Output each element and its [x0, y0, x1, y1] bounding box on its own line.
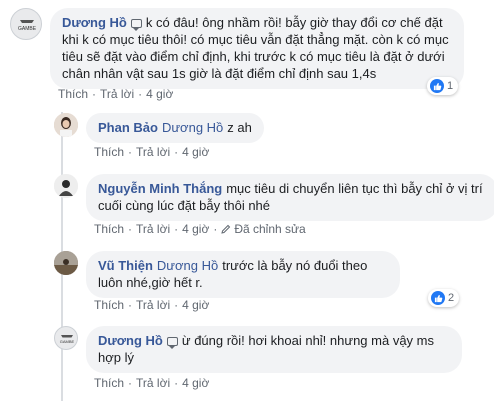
like-link[interactable]: Thích	[94, 376, 124, 390]
reaction-badge[interactable]: 1	[427, 77, 459, 95]
comment-bubble: Vũ Thiện Dương Hồ trước là bẫy nó đuổi the…	[86, 251, 400, 298]
comment-duong-ho-reply: GAMBE Dương Hồ ừ đúng rồi! hơi khoai nhỉ!…	[54, 326, 462, 373]
avatar-photo-icon	[54, 113, 78, 137]
avatar-photo-icon	[54, 174, 78, 198]
comment-phan-bao: Phan Bảo Dương Hồ z ah	[54, 113, 264, 143]
reply-link[interactable]: Trả lời	[100, 87, 134, 101]
comment-bubble: Dương Hồ ừ đúng rồi! hơi khoai nhỉ! nhưng…	[86, 326, 462, 373]
comment-actions: Thích · Trả lời · 4 giờ	[58, 87, 174, 101]
reply-link[interactable]: Trả lời	[136, 298, 170, 312]
like-link[interactable]: Thích	[94, 145, 124, 159]
comment-actions: Thích · Trả lời · 4 giờ	[94, 376, 210, 390]
avatar-logo-icon: GAMBE	[18, 20, 37, 32]
svg-text:GAMBE: GAMBE	[18, 26, 37, 32]
timestamp[interactable]: 4 giờ	[182, 298, 209, 312]
avatar[interactable]: GAMBE	[54, 326, 78, 350]
reaction-count: 2	[448, 292, 455, 304]
comment-nguyen-minh-thang: Nguyễn Minh Thắng mục tiêu di chuyển liên…	[54, 174, 494, 221]
mention-link[interactable]: Dương Hồ	[162, 120, 223, 135]
comment-bubble: Dương Hồ k có đâu! ông nhầm rồi! bẫy giờ …	[50, 8, 464, 89]
like-link[interactable]: Thích	[94, 222, 124, 236]
comment-author[interactable]: Nguyễn Minh Thắng	[98, 181, 222, 196]
comment-duong-ho: GAMBE Dương Hồ k có đâu! ông nhầm rồi! bẫ…	[10, 8, 464, 89]
chat-icon	[130, 19, 142, 31]
like-link[interactable]: Thích	[94, 298, 124, 312]
reply-link[interactable]: Trả lời	[136, 376, 170, 390]
edited-label[interactable]: Đã chỉnh sửa	[234, 222, 305, 236]
timestamp[interactable]: 4 giờ	[182, 145, 209, 159]
avatar-photo-icon	[54, 251, 78, 275]
comment-author[interactable]: Vũ Thiện	[98, 258, 153, 273]
avatar[interactable]	[54, 251, 78, 275]
reply-link[interactable]: Trả lời	[136, 145, 170, 159]
timestamp[interactable]: 4 giờ	[182, 222, 209, 236]
reaction-count: 1	[447, 80, 454, 92]
avatar-logo-icon: GAMBE	[60, 335, 75, 344]
mention-link[interactable]: Dương Hồ	[157, 258, 218, 273]
reaction-badge[interactable]: 2	[428, 289, 460, 307]
reply-link[interactable]: Trả lời	[136, 222, 170, 236]
comment-vu-thien: Vũ Thiện Dương Hồ trước là bẫy nó đuổi the…	[54, 251, 400, 298]
comment-text: z ah	[227, 120, 252, 135]
comment-actions: Thích · Trả lời · 4 giờ	[94, 145, 210, 159]
comment-actions: Thích · Trả lời · 4 giờ	[94, 298, 210, 312]
chat-icon	[166, 337, 178, 349]
comment-author[interactable]: Dương Hồ	[62, 15, 127, 30]
comment-author[interactable]: Dương Hồ	[98, 333, 163, 348]
avatar[interactable]	[54, 174, 78, 198]
avatar[interactable]	[54, 113, 78, 137]
timestamp[interactable]: 4 giờ	[146, 87, 173, 101]
avatar[interactable]: GAMBE	[10, 8, 42, 40]
edit-icon	[221, 224, 231, 234]
comment-author[interactable]: Phan Bảo	[98, 120, 158, 135]
like-reaction-icon	[430, 79, 444, 93]
comment-bubble: Phan Bảo Dương Hồ z ah	[86, 113, 264, 143]
comment-bubble: Nguyễn Minh Thắng mục tiêu di chuyển liên…	[86, 174, 494, 221]
comment-actions: Thích · Trả lời · 4 giờ · Đã chỉnh sửa	[94, 222, 306, 236]
svg-text:GAMBE: GAMBE	[60, 339, 75, 344]
like-link[interactable]: Thích	[58, 87, 88, 101]
timestamp[interactable]: 4 giờ	[182, 376, 209, 390]
like-reaction-icon	[431, 291, 445, 305]
